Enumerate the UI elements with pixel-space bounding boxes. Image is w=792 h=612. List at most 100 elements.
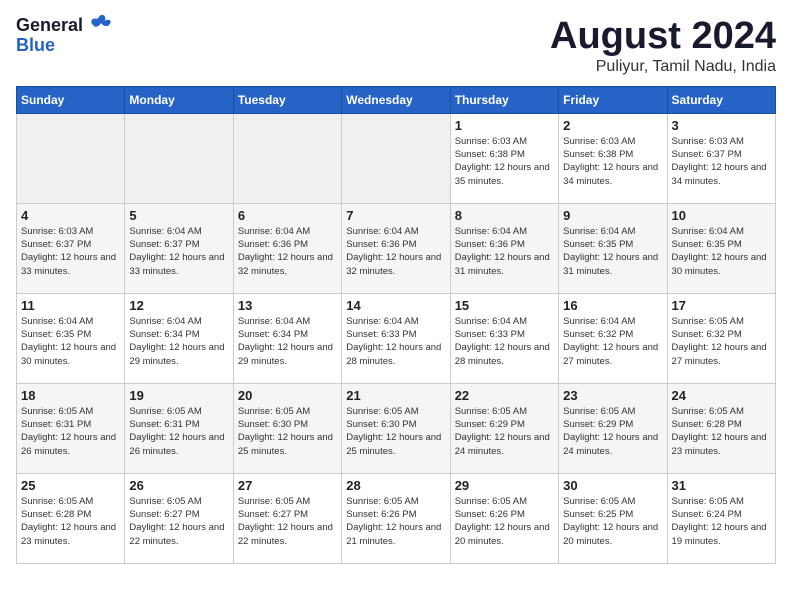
day-info: Sunrise: 6:05 AMSunset: 6:26 PMDaylight:… [346,495,445,548]
day-info: Sunrise: 6:05 AMSunset: 6:25 PMDaylight:… [563,495,662,548]
day-number: 7 [346,208,445,223]
day-number: 6 [238,208,337,223]
weekday-header-friday: Friday [559,86,667,113]
day-info: Sunrise: 6:04 AMSunset: 6:35 PMDaylight:… [21,315,120,368]
day-info: Sunrise: 6:04 AMSunset: 6:34 PMDaylight:… [238,315,337,368]
calendar-cell: 15 Sunrise: 6:04 AMSunset: 6:33 PMDaylig… [450,293,558,383]
calendar-cell: 14 Sunrise: 6:04 AMSunset: 6:33 PMDaylig… [342,293,450,383]
calendar-cell: 26 Sunrise: 6:05 AMSunset: 6:27 PMDaylig… [125,473,233,563]
calendar-cell: 5 Sunrise: 6:04 AMSunset: 6:37 PMDayligh… [125,203,233,293]
day-number: 2 [563,118,662,133]
day-number: 31 [672,478,771,493]
calendar-cell: 28 Sunrise: 6:05 AMSunset: 6:26 PMDaylig… [342,473,450,563]
calendar-cell: 12 Sunrise: 6:04 AMSunset: 6:34 PMDaylig… [125,293,233,383]
day-info: Sunrise: 6:03 AMSunset: 6:37 PMDaylight:… [21,225,120,278]
location-text: Puliyur, Tamil Nadu, India [550,58,776,76]
day-number: 5 [129,208,228,223]
calendar-cell: 2 Sunrise: 6:03 AMSunset: 6:38 PMDayligh… [559,113,667,203]
day-number: 8 [455,208,554,223]
weekday-header-wednesday: Wednesday [342,86,450,113]
day-info: Sunrise: 6:04 AMSunset: 6:33 PMDaylight:… [455,315,554,368]
day-info: Sunrise: 6:05 AMSunset: 6:30 PMDaylight:… [346,405,445,458]
calendar-cell: 3 Sunrise: 6:03 AMSunset: 6:37 PMDayligh… [667,113,775,203]
calendar-cell: 20 Sunrise: 6:05 AMSunset: 6:30 PMDaylig… [233,383,341,473]
day-number: 28 [346,478,445,493]
day-info: Sunrise: 6:05 AMSunset: 6:28 PMDaylight:… [21,495,120,548]
calendar-cell: 22 Sunrise: 6:05 AMSunset: 6:29 PMDaylig… [450,383,558,473]
day-number: 19 [129,388,228,403]
weekday-header-saturday: Saturday [667,86,775,113]
calendar-cell [125,113,233,203]
day-info: Sunrise: 6:03 AMSunset: 6:38 PMDaylight:… [563,135,662,188]
calendar-cell: 24 Sunrise: 6:05 AMSunset: 6:28 PMDaylig… [667,383,775,473]
day-info: Sunrise: 6:04 AMSunset: 6:32 PMDaylight:… [563,315,662,368]
calendar-cell: 16 Sunrise: 6:04 AMSunset: 6:32 PMDaylig… [559,293,667,383]
week-row-5: 25 Sunrise: 6:05 AMSunset: 6:28 PMDaylig… [17,473,776,563]
day-info: Sunrise: 6:05 AMSunset: 6:29 PMDaylight:… [455,405,554,458]
month-title: August 2024 [550,16,776,58]
calendar-cell: 7 Sunrise: 6:04 AMSunset: 6:36 PMDayligh… [342,203,450,293]
day-info: Sunrise: 6:04 AMSunset: 6:35 PMDaylight:… [563,225,662,278]
week-row-1: 1 Sunrise: 6:03 AMSunset: 6:38 PMDayligh… [17,113,776,203]
logo-general-text: General [16,16,83,36]
weekday-header-sunday: Sunday [17,86,125,113]
calendar-cell: 29 Sunrise: 6:05 AMSunset: 6:26 PMDaylig… [450,473,558,563]
calendar-cell: 1 Sunrise: 6:03 AMSunset: 6:38 PMDayligh… [450,113,558,203]
day-info: Sunrise: 6:04 AMSunset: 6:36 PMDaylight:… [238,225,337,278]
day-info: Sunrise: 6:05 AMSunset: 6:30 PMDaylight:… [238,405,337,458]
calendar-cell: 21 Sunrise: 6:05 AMSunset: 6:30 PMDaylig… [342,383,450,473]
logo: General Blue [16,16,113,56]
page-header: General Blue August 2024 Puliyur, Tamil … [16,16,776,76]
day-info: Sunrise: 6:05 AMSunset: 6:28 PMDaylight:… [672,405,771,458]
day-number: 18 [21,388,120,403]
day-number: 16 [563,298,662,313]
day-number: 3 [672,118,771,133]
day-info: Sunrise: 6:03 AMSunset: 6:37 PMDaylight:… [672,135,771,188]
week-row-2: 4 Sunrise: 6:03 AMSunset: 6:37 PMDayligh… [17,203,776,293]
day-number: 23 [563,388,662,403]
day-info: Sunrise: 6:05 AMSunset: 6:26 PMDaylight:… [455,495,554,548]
day-number: 11 [21,298,120,313]
day-number: 26 [129,478,228,493]
day-info: Sunrise: 6:04 AMSunset: 6:35 PMDaylight:… [672,225,771,278]
calendar-cell: 25 Sunrise: 6:05 AMSunset: 6:28 PMDaylig… [17,473,125,563]
day-number: 30 [563,478,662,493]
day-info: Sunrise: 6:05 AMSunset: 6:32 PMDaylight:… [672,315,771,368]
day-number: 25 [21,478,120,493]
day-info: Sunrise: 6:05 AMSunset: 6:29 PMDaylight:… [563,405,662,458]
day-info: Sunrise: 6:04 AMSunset: 6:34 PMDaylight:… [129,315,228,368]
calendar-cell: 23 Sunrise: 6:05 AMSunset: 6:29 PMDaylig… [559,383,667,473]
calendar-cell: 27 Sunrise: 6:05 AMSunset: 6:27 PMDaylig… [233,473,341,563]
calendar-cell: 9 Sunrise: 6:04 AMSunset: 6:35 PMDayligh… [559,203,667,293]
day-number: 27 [238,478,337,493]
calendar-cell: 13 Sunrise: 6:04 AMSunset: 6:34 PMDaylig… [233,293,341,383]
day-number: 12 [129,298,228,313]
calendar-cell [233,113,341,203]
day-info: Sunrise: 6:04 AMSunset: 6:36 PMDaylight:… [455,225,554,278]
day-number: 13 [238,298,337,313]
day-info: Sunrise: 6:05 AMSunset: 6:27 PMDaylight:… [238,495,337,548]
calendar-cell: 30 Sunrise: 6:05 AMSunset: 6:25 PMDaylig… [559,473,667,563]
day-number: 1 [455,118,554,133]
day-number: 9 [563,208,662,223]
day-number: 24 [672,388,771,403]
day-info: Sunrise: 6:04 AMSunset: 6:36 PMDaylight:… [346,225,445,278]
weekday-header-thursday: Thursday [450,86,558,113]
day-number: 21 [346,388,445,403]
day-info: Sunrise: 6:05 AMSunset: 6:24 PMDaylight:… [672,495,771,548]
calendar-cell: 4 Sunrise: 6:03 AMSunset: 6:37 PMDayligh… [17,203,125,293]
calendar-cell [342,113,450,203]
calendar-cell: 17 Sunrise: 6:05 AMSunset: 6:32 PMDaylig… [667,293,775,383]
day-info: Sunrise: 6:05 AMSunset: 6:31 PMDaylight:… [129,405,228,458]
day-info: Sunrise: 6:04 AMSunset: 6:33 PMDaylight:… [346,315,445,368]
day-number: 17 [672,298,771,313]
day-info: Sunrise: 6:05 AMSunset: 6:27 PMDaylight:… [129,495,228,548]
day-number: 4 [21,208,120,223]
weekday-header-row: SundayMondayTuesdayWednesdayThursdayFrid… [17,86,776,113]
day-number: 20 [238,388,337,403]
calendar-cell: 6 Sunrise: 6:04 AMSunset: 6:36 PMDayligh… [233,203,341,293]
week-row-3: 11 Sunrise: 6:04 AMSunset: 6:35 PMDaylig… [17,293,776,383]
calendar-cell: 8 Sunrise: 6:04 AMSunset: 6:36 PMDayligh… [450,203,558,293]
calendar-cell: 18 Sunrise: 6:05 AMSunset: 6:31 PMDaylig… [17,383,125,473]
day-info: Sunrise: 6:04 AMSunset: 6:37 PMDaylight:… [129,225,228,278]
